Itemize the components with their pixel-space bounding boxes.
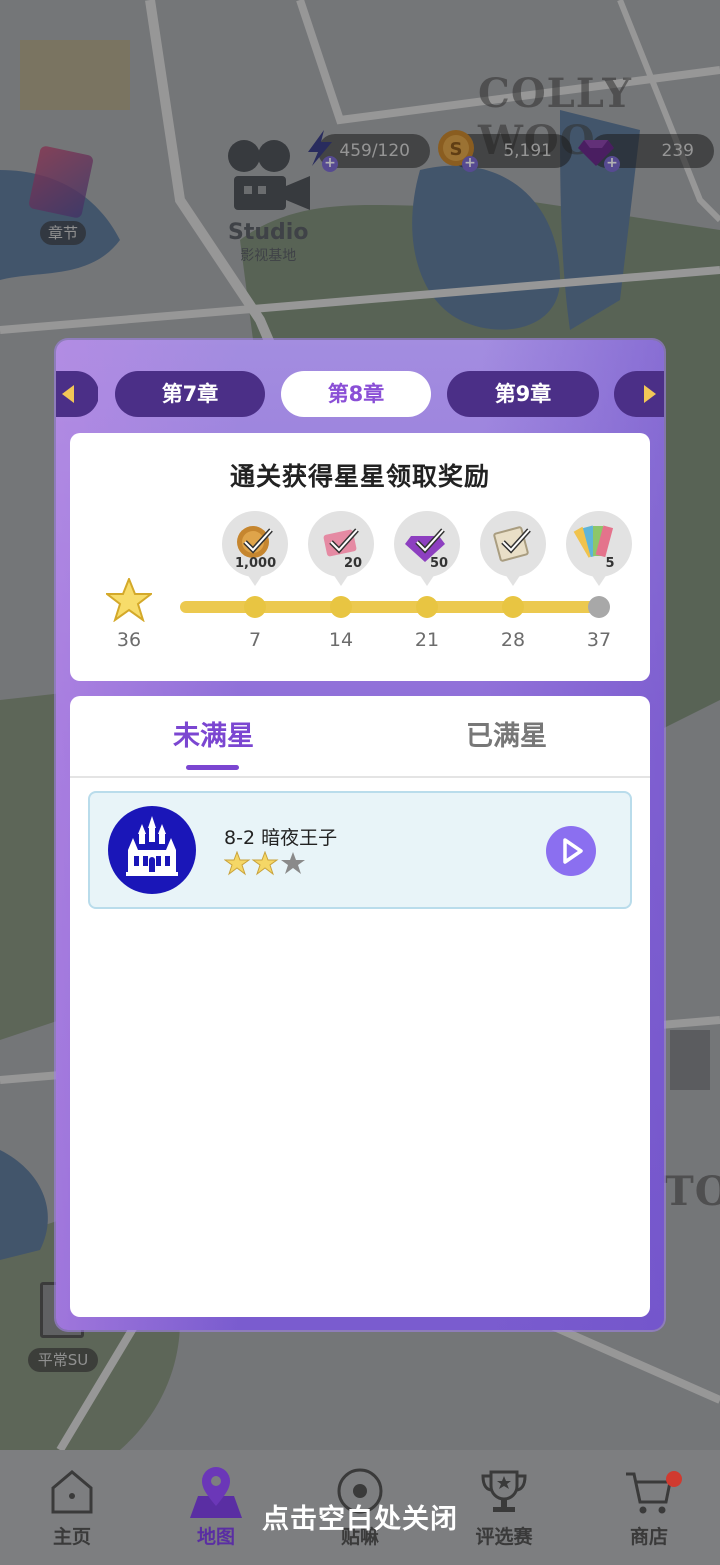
reward-bubble-28[interactable] <box>479 510 547 586</box>
palette-reward-icon <box>566 511 632 586</box>
play-stage-button[interactable] <box>546 826 596 876</box>
stage-name: 8-2 暗夜王子 <box>224 827 338 849</box>
current-star-count: 36 <box>116 629 142 651</box>
tab-chapter-8[interactable]: 第8章 <box>281 371 431 417</box>
milestone-dot-14 <box>330 596 352 618</box>
chapter-reward-modal: 第7章 第8章 第9章 通关获得星星领取奖励 1,000 20 50 5 36 … <box>56 340 664 1330</box>
reward-amount-14: 20 <box>343 556 363 571</box>
tab-divider <box>70 776 650 778</box>
milestone-dot-21 <box>416 596 438 618</box>
ticket-reward-icon <box>308 511 374 586</box>
tab-full-stars[interactable]: 已满星 <box>466 714 547 753</box>
active-tab-indicator <box>186 765 239 770</box>
stage-list-card: 未满星 已满星 8-2 暗夜王子 <box>70 696 650 1317</box>
play-icon <box>563 838 583 864</box>
reward-amount-7: 1,000 <box>235 556 277 571</box>
milestone-dot-7 <box>244 596 266 618</box>
stage-star-rating <box>224 851 305 876</box>
reward-amount-21: 50 <box>429 556 449 571</box>
tab-chapter-9[interactable]: 第9章 <box>447 371 599 417</box>
milestone-dot-28 <box>502 596 524 618</box>
stage-row[interactable]: 8-2 暗夜王子 <box>88 791 632 909</box>
tab-unfull-stars[interactable]: 未满星 <box>173 714 254 753</box>
milestone-label-7: 7 <box>248 629 262 651</box>
star-progress-track <box>180 601 600 613</box>
coin-reward-icon <box>222 511 288 586</box>
reward-bubble-7[interactable] <box>221 510 289 586</box>
star-filled-icon <box>224 851 251 876</box>
close-hint-text[interactable]: 点击空白处关闭 <box>0 1497 720 1536</box>
notification-badge <box>666 1471 682 1487</box>
milestone-label-37: 37 <box>586 629 612 651</box>
milestone-label-14: 14 <box>328 629 354 651</box>
castle-icon <box>108 806 196 894</box>
reward-bubble-37[interactable] <box>565 510 633 586</box>
star-empty-icon <box>281 852 305 874</box>
reward-title: 通关获得星星领取奖励 <box>229 462 490 491</box>
milestone-label-28: 28 <box>500 629 526 651</box>
gem-reward-icon <box>394 511 460 586</box>
star-icon <box>106 578 152 622</box>
reward-amount-37: 5 <box>605 556 615 571</box>
star-reward-card: 通关获得星星领取奖励 1,000 20 50 5 36 7 14 21 28 3… <box>70 433 650 681</box>
reward-bubble-14[interactable] <box>307 510 375 586</box>
tab-chapter-7[interactable]: 第7章 <box>115 371 265 417</box>
paper-reward-icon <box>480 511 546 586</box>
milestone-label-21: 21 <box>414 629 440 651</box>
milestone-dot-37 <box>588 596 610 618</box>
chapter-next-arrow-icon[interactable] <box>614 371 664 417</box>
reward-bubble-21[interactable] <box>393 510 461 586</box>
star-filled-icon <box>251 851 279 876</box>
chapter-prev-arrow-icon[interactable] <box>56 371 98 417</box>
